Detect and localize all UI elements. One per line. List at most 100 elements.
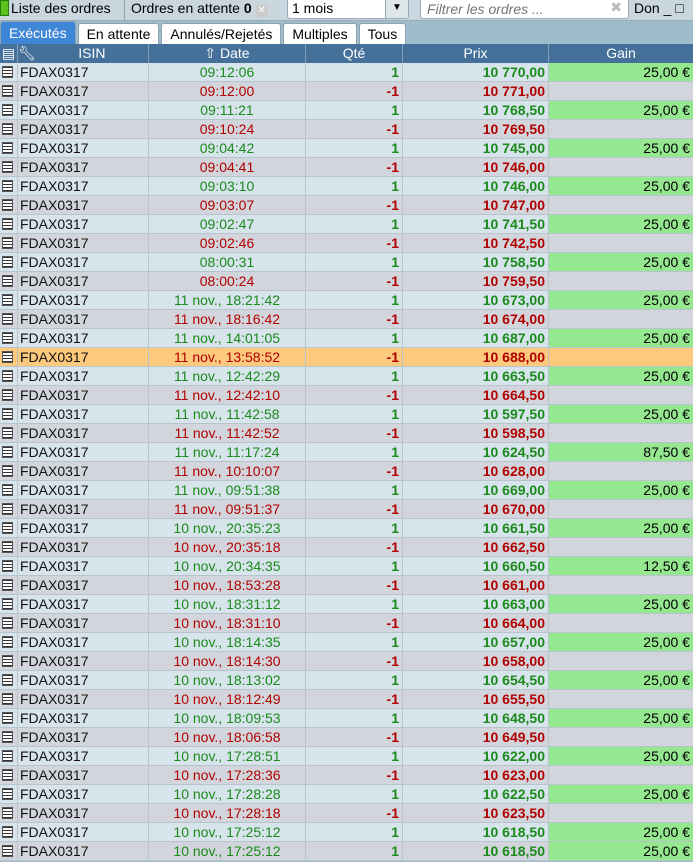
period-select[interactable]: 1 mois ▼ bbox=[287, 0, 409, 19]
price-cell: 10 662,50 bbox=[402, 538, 548, 556]
table-row[interactable]: FDAX0317 11 nov., 18:21:42 1 10 673,00 2… bbox=[0, 291, 693, 310]
price-cell: 10 674,00 bbox=[402, 310, 548, 328]
price-cell: 10 664,50 bbox=[402, 386, 548, 404]
qty-cell: -1 bbox=[305, 766, 402, 784]
table-row[interactable]: FDAX0317 09:12:06 1 10 770,00 25,00 € bbox=[0, 63, 693, 82]
tab-3[interactable]: Multiples bbox=[283, 23, 357, 44]
price-cell: 10 618,50 bbox=[402, 842, 548, 860]
clear-filter-icon[interactable]: ✖ bbox=[610, 0, 622, 16]
doc-icon bbox=[0, 215, 17, 233]
table-row[interactable]: FDAX0317 11 nov., 09:51:38 1 10 669,00 2… bbox=[0, 481, 693, 500]
gain-cell bbox=[548, 462, 693, 480]
table-row[interactable]: FDAX0317 11 nov., 12:42:10 -1 10 664,50 bbox=[0, 386, 693, 405]
table-row[interactable]: FDAX0317 10 nov., 20:34:35 1 10 660,50 1… bbox=[0, 557, 693, 576]
qty-cell: -1 bbox=[305, 196, 402, 214]
doc-icon bbox=[0, 804, 17, 822]
table-row[interactable]: FDAX0317 10 nov., 18:53:28 -1 10 661,00 bbox=[0, 576, 693, 595]
table-row[interactable]: FDAX0317 11 nov., 12:42:29 1 10 663,50 2… bbox=[0, 367, 693, 386]
table-row[interactable]: FDAX0317 10 nov., 18:09:53 1 10 648,50 2… bbox=[0, 709, 693, 728]
qty-cell: 1 bbox=[305, 215, 402, 233]
table-row[interactable]: FDAX0317 08:00:31 1 10 758,50 25,00 € bbox=[0, 253, 693, 272]
table-row[interactable]: FDAX0317 10 nov., 20:35:18 -1 10 662,50 bbox=[0, 538, 693, 557]
doc-icon bbox=[0, 652, 17, 670]
chevron-down-icon[interactable]: ▼ bbox=[385, 0, 408, 18]
tab-2[interactable]: Annulés/Rejetés bbox=[161, 23, 282, 44]
column-price[interactable]: Prix bbox=[402, 44, 548, 63]
table-row[interactable]: FDAX0317 11 nov., 10:10:07 -1 10 628,00 bbox=[0, 462, 693, 481]
table-row[interactable]: FDAX0317 10 nov., 18:31:10 -1 10 664,00 bbox=[0, 614, 693, 633]
isin-cell: FDAX0317 bbox=[17, 709, 148, 727]
date-cell: 09:03:07 bbox=[148, 196, 305, 214]
column-isin[interactable]: 🔧︎ ISIN bbox=[17, 44, 148, 63]
table-row[interactable]: FDAX0317 09:11:21 1 10 768,50 25,00 € bbox=[0, 101, 693, 120]
minimize-icon[interactable]: _ bbox=[664, 0, 672, 16]
gain-cell: 25,00 € bbox=[548, 367, 693, 385]
table-row[interactable]: FDAX0317 11 nov., 09:51:37 -1 10 670,00 bbox=[0, 500, 693, 519]
table-row[interactable]: FDAX0317 10 nov., 18:31:12 1 10 663,00 2… bbox=[0, 595, 693, 614]
column-qty[interactable]: Qté bbox=[305, 44, 402, 63]
column-date[interactable]: ⇧ Date bbox=[148, 44, 305, 63]
doc-icon bbox=[0, 291, 17, 309]
gain-cell: 25,00 € bbox=[548, 63, 693, 81]
price-cell: 10 658,00 bbox=[402, 652, 548, 670]
price-cell: 10 660,50 bbox=[402, 557, 548, 575]
doc-icon bbox=[0, 519, 17, 537]
clear-icon[interactable]: ✕ bbox=[255, 5, 268, 17]
table-row[interactable]: FDAX0317 10 nov., 17:28:18 -1 10 623,50 bbox=[0, 804, 693, 823]
tab-4[interactable]: Tous bbox=[358, 23, 407, 44]
table-row[interactable]: FDAX0317 09:03:10 1 10 746,00 25,00 € bbox=[0, 177, 693, 196]
isin-cell: FDAX0317 bbox=[17, 576, 148, 594]
table-row[interactable]: FDAX0317 11 nov., 18:16:42 -1 10 674,00 bbox=[0, 310, 693, 329]
table-row[interactable]: FDAX0317 10 nov., 17:28:36 -1 10 623,00 bbox=[0, 766, 693, 785]
maximize-icon[interactable]: □ bbox=[675, 0, 683, 16]
extra-label: Don bbox=[634, 0, 660, 16]
gain-cell: 87,50 € bbox=[548, 443, 693, 461]
isin-cell: FDAX0317 bbox=[17, 614, 148, 632]
table-row[interactable]: FDAX0317 08:00:24 -1 10 759,50 bbox=[0, 272, 693, 291]
doc-icon bbox=[0, 690, 17, 708]
table-row[interactable]: FDAX0317 10 nov., 17:25:12 1 10 618,50 2… bbox=[0, 842, 693, 861]
doc-icon bbox=[0, 462, 17, 480]
price-cell: 10 622,50 bbox=[402, 785, 548, 803]
table-row[interactable]: FDAX0317 09:10:24 -1 10 769,50 bbox=[0, 120, 693, 139]
date-cell: 11 nov., 18:16:42 bbox=[148, 310, 305, 328]
date-cell: 09:11:21 bbox=[148, 101, 305, 119]
pending-orders-label: Ordres en attente bbox=[131, 0, 240, 16]
table-row[interactable]: FDAX0317 10 nov., 18:13:02 1 10 654,50 2… bbox=[0, 671, 693, 690]
doc-icon bbox=[0, 633, 17, 651]
tab-1[interactable]: En attente bbox=[77, 23, 160, 44]
filter-input[interactable] bbox=[425, 0, 609, 18]
table-row[interactable]: FDAX0317 10 nov., 17:25:12 1 10 618,50 2… bbox=[0, 823, 693, 842]
price-cell: 10 747,00 bbox=[402, 196, 548, 214]
table-row[interactable]: FDAX0317 09:12:00 -1 10 771,00 bbox=[0, 82, 693, 101]
table-row[interactable]: FDAX0317 09:02:46 -1 10 742,50 bbox=[0, 234, 693, 253]
table-row[interactable]: FDAX0317 11 nov., 11:42:52 -1 10 598,50 bbox=[0, 424, 693, 443]
table-row[interactable]: FDAX0317 09:04:41 -1 10 746,00 bbox=[0, 158, 693, 177]
table-row[interactable]: FDAX0317 10 nov., 17:28:28 1 10 622,50 2… bbox=[0, 785, 693, 804]
isin-cell: FDAX0317 bbox=[17, 690, 148, 708]
table-row[interactable]: FDAX0317 10 nov., 18:14:30 -1 10 658,00 bbox=[0, 652, 693, 671]
price-cell: 10 655,50 bbox=[402, 690, 548, 708]
doc-icon bbox=[0, 557, 17, 575]
column-gain[interactable]: Gain bbox=[548, 44, 693, 63]
orders-list-label[interactable]: Liste des ordres bbox=[11, 0, 111, 16]
table-row[interactable]: FDAX0317 09:04:42 1 10 745,00 25,00 € bbox=[0, 139, 693, 158]
table-row[interactable]: FDAX0317 11 nov., 14:01:05 1 10 687,00 2… bbox=[0, 329, 693, 348]
isin-cell: FDAX0317 bbox=[17, 823, 148, 841]
table-row[interactable]: FDAX0317 11 nov., 11:17:24 1 10 624,50 8… bbox=[0, 443, 693, 462]
table-row[interactable]: FDAX0317 10 nov., 18:14:35 1 10 657,00 2… bbox=[0, 633, 693, 652]
isin-cell: FDAX0317 bbox=[17, 348, 148, 366]
table-row[interactable]: FDAX0317 10 nov., 20:35:23 1 10 661,50 2… bbox=[0, 519, 693, 538]
table-row[interactable]: FDAX0317 10 nov., 17:28:51 1 10 622,00 2… bbox=[0, 747, 693, 766]
doc-icon bbox=[0, 272, 17, 290]
tab-0[interactable]: Exécutés bbox=[0, 21, 76, 44]
table-row[interactable]: FDAX0317 11 nov., 13:58:52 -1 10 688,00 bbox=[0, 348, 693, 367]
table-row[interactable]: FDAX0317 10 nov., 18:06:58 -1 10 649,50 bbox=[0, 728, 693, 747]
table-row[interactable]: FDAX0317 09:02:47 1 10 741,50 25,00 € bbox=[0, 215, 693, 234]
table-row[interactable]: FDAX0317 11 nov., 11:42:58 1 10 597,50 2… bbox=[0, 405, 693, 424]
table-row[interactable]: FDAX0317 09:03:07 -1 10 747,00 bbox=[0, 196, 693, 215]
date-cell: 08:00:31 bbox=[148, 253, 305, 271]
table-row[interactable]: FDAX0317 10 nov., 18:12:49 -1 10 655,50 bbox=[0, 690, 693, 709]
wrench-icon[interactable]: 🔧︎ bbox=[18, 44, 36, 63]
filter-field[interactable]: ✖ bbox=[420, 0, 629, 19]
